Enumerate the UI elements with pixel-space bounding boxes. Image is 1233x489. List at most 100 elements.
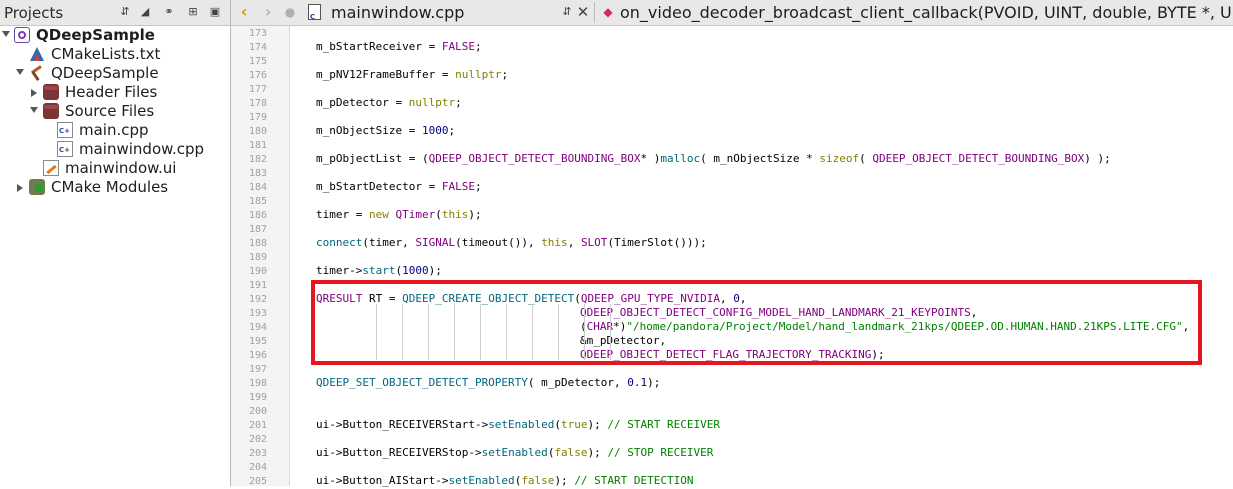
line-number: 175 bbox=[248, 56, 267, 67]
editor-toolbar: ‹ › ● C mainwindow.cpp ⇵ ✕ ◆ on_video_de… bbox=[231, 0, 1233, 26]
file-dropdown-icon[interactable]: ⇵ bbox=[560, 3, 574, 21]
line-number: 192 bbox=[248, 294, 267, 305]
tree-item-label: mainwindow.cpp bbox=[79, 140, 205, 158]
tree-item-header-files[interactable]: Header Files bbox=[0, 83, 230, 102]
line-number: 201 bbox=[248, 420, 267, 431]
line-number: 186 bbox=[248, 210, 267, 221]
line-number: 177 bbox=[248, 84, 267, 95]
tree-item-label: QDeepSample bbox=[51, 64, 159, 82]
code-line[interactable]: timer->start(1000); bbox=[316, 264, 442, 278]
build-target-icon bbox=[29, 65, 45, 81]
indent-guide bbox=[402, 304, 403, 360]
code-line[interactable]: m_pNV12FrameBuffer = nullptr; bbox=[316, 68, 508, 82]
line-number: 194 bbox=[248, 322, 267, 333]
tree-item-label: QDeepSample bbox=[36, 26, 155, 44]
tree-item-label: CMake Modules bbox=[51, 178, 169, 196]
close-panel-icon[interactable]: ▣ bbox=[206, 3, 224, 21]
line-number: 205 bbox=[248, 476, 267, 487]
code-line[interactable]: m_pObjectList = (QDEEP_OBJECT_DETECT_BOU… bbox=[316, 152, 1111, 166]
code-line[interactable]: connect(timer, SIGNAL(timeout()), this, … bbox=[316, 236, 707, 250]
cmake-file-icon bbox=[29, 46, 45, 62]
line-number: 195 bbox=[248, 336, 267, 347]
view-selector-icon[interactable]: ⇵ bbox=[116, 3, 134, 21]
line-number: 203 bbox=[248, 448, 267, 459]
cpp-file-icon bbox=[57, 122, 73, 138]
projects-toolbar: Projects ⇵ ◢ ⚭ ⊞ ▣ bbox=[0, 0, 230, 26]
code-line[interactable]: ui->Button_RECEIVERStart->setEnabled(tru… bbox=[316, 418, 720, 432]
tree-item-mainwindow-ui[interactable]: mainwindow.ui bbox=[0, 159, 230, 178]
indent-guide bbox=[584, 304, 585, 360]
expand-arrow-icon[interactable] bbox=[30, 107, 38, 113]
code-line[interactable]: m_bStartReceiver = FALSE; bbox=[316, 40, 482, 54]
split-view-icon[interactable]: ⊞ bbox=[184, 3, 202, 21]
open-file-selector[interactable]: mainwindow.cpp bbox=[331, 3, 464, 22]
code-area[interactable]: m_bStartReceiver = FALSE; m_pNV12FrameBuf… bbox=[290, 26, 1233, 487]
cmake-modules-icon bbox=[29, 179, 45, 195]
projects-panel: Projects ⇵ ◢ ⚭ ⊞ ▣ QDeepSample CMakeList… bbox=[0, 0, 231, 486]
projects-view-title[interactable]: Projects bbox=[4, 4, 63, 22]
cpp-file-icon bbox=[57, 141, 73, 157]
line-number: 200 bbox=[248, 406, 267, 417]
ui-file-icon bbox=[43, 160, 59, 176]
line-number: 185 bbox=[248, 196, 267, 207]
tree-item-cmakelists[interactable]: CMakeLists.txt bbox=[0, 45, 230, 64]
tree-item-project-qdeepsample[interactable]: QDeepSample bbox=[0, 26, 230, 45]
expand-arrow-icon[interactable] bbox=[16, 69, 24, 75]
cpp-file-icon: C bbox=[307, 3, 323, 21]
tree-item-label: mainwindow.ui bbox=[65, 159, 177, 177]
collapse-arrow-icon[interactable] bbox=[17, 184, 23, 192]
collapse-arrow-icon[interactable] bbox=[31, 89, 37, 97]
tree-item-label: main.cpp bbox=[79, 121, 149, 139]
navigate-forward-icon[interactable]: › bbox=[261, 3, 275, 21]
folder-icon bbox=[43, 84, 59, 100]
toolbar-divider bbox=[594, 2, 595, 23]
link-with-editor-icon[interactable]: ⚭ bbox=[160, 3, 178, 21]
line-number: 202 bbox=[248, 434, 267, 445]
code-line[interactable]: m_nObjectSize = 1000; bbox=[316, 124, 455, 138]
code-line[interactable]: ui->Button_RECEIVERStop->setEnabled(fals… bbox=[316, 446, 713, 460]
line-number: 180 bbox=[248, 126, 267, 137]
code-line[interactable]: QDEEP_SET_OBJECT_DETECT_PROPERTY( m_pDet… bbox=[316, 376, 660, 390]
folder-icon bbox=[43, 103, 59, 119]
tree-item-cmake-modules[interactable]: CMake Modules bbox=[0, 178, 230, 197]
line-number: 183 bbox=[248, 168, 267, 179]
filter-icon[interactable]: ◢ bbox=[136, 3, 154, 21]
line-number: 184 bbox=[248, 182, 267, 193]
highlight-box bbox=[311, 280, 1202, 365]
indent-guide bbox=[480, 304, 481, 360]
navigate-back-icon[interactable]: ‹ bbox=[237, 3, 251, 21]
code-editor: ‹ › ● C mainwindow.cpp ⇵ ✕ ◆ on_video_de… bbox=[231, 0, 1233, 487]
indent-guide bbox=[532, 304, 533, 360]
line-number: 174 bbox=[248, 42, 267, 53]
line-number: 196 bbox=[248, 350, 267, 361]
tree-item-label: CMakeLists.txt bbox=[51, 45, 161, 63]
function-symbol-selector[interactable]: on_video_decoder_broadcast_client_callba… bbox=[620, 3, 1233, 22]
line-number: 191 bbox=[248, 280, 267, 291]
line-number: 204 bbox=[248, 462, 267, 473]
line-number: 187 bbox=[248, 224, 267, 235]
tree-item-label: Source Files bbox=[65, 102, 155, 120]
tree-item-label: Header Files bbox=[65, 83, 158, 101]
line-number-gutter: 173 174 175 176 177 178 179 180 181 182 183 184 185 1… bbox=[231, 26, 290, 487]
tree-item-build-target[interactable]: QDeepSample bbox=[0, 64, 230, 83]
tree-item-source-files[interactable]: Source Files bbox=[0, 102, 230, 121]
line-number: 179 bbox=[248, 112, 267, 123]
line-number: 199 bbox=[248, 392, 267, 403]
expand-arrow-icon[interactable] bbox=[2, 31, 10, 37]
indent-guide bbox=[428, 304, 429, 360]
line-number: 173 bbox=[248, 28, 267, 39]
indent-guide bbox=[506, 304, 507, 360]
tree-item-main-cpp[interactable]: main.cpp bbox=[0, 121, 230, 140]
line-number: 197 bbox=[248, 364, 267, 375]
indent-guide bbox=[610, 304, 611, 360]
close-file-icon[interactable]: ✕ bbox=[576, 3, 590, 21]
code-line[interactable]: m_pDetector = nullptr; bbox=[316, 96, 462, 110]
indent-guide bbox=[454, 304, 455, 360]
line-number: 188 bbox=[248, 238, 267, 249]
code-line[interactable]: m_bStartDetector = FALSE; bbox=[316, 180, 482, 194]
line-number: 189 bbox=[248, 252, 267, 263]
line-number: 181 bbox=[248, 140, 267, 151]
code-line[interactable]: timer = new QTimer(this); bbox=[316, 208, 482, 222]
line-number: 193 bbox=[248, 308, 267, 319]
tree-item-mainwindow-cpp[interactable]: mainwindow.cpp bbox=[0, 140, 230, 159]
